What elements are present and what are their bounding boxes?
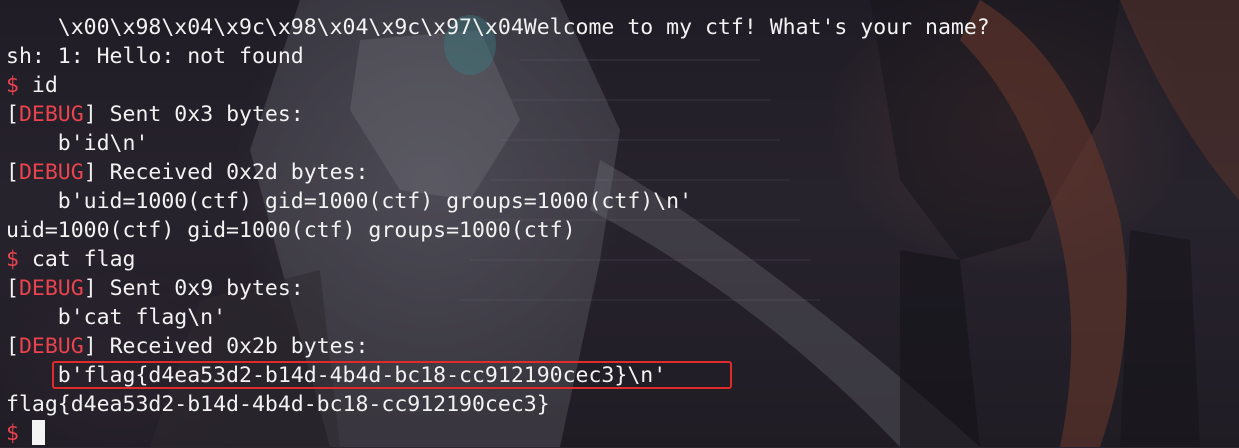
received-bytes-line: b'uid=1000(ctf) gid=1000(ctf) groups=100… — [6, 189, 693, 214]
debug-received-line: [DEBUG] Received 0x2b bytes: — [6, 332, 368, 361]
debug-bracket-close: ] — [83, 160, 97, 185]
command-line-cat: $ cat flag — [6, 245, 135, 274]
prompt-symbol: $ — [6, 73, 19, 98]
debug-message: Received 0x2b bytes: — [96, 334, 369, 359]
flag-output-line: flag{d4ea53d2-b14d-4b4d-bc18-cc912190cec… — [6, 392, 550, 417]
debug-tag: DEBUG — [18, 160, 84, 185]
command-line-id: $ id — [6, 71, 58, 100]
terminal-window[interactable]: \x00\x98\x04\x9c\x98\x04\x9c\x97\x04Welc… — [0, 0, 1239, 447]
debug-bracket-close: ] — [83, 334, 97, 359]
flag-highlight-box — [52, 361, 732, 389]
command-line-active[interactable]: $ — [6, 419, 45, 448]
debug-message: Received 0x2d bytes: — [96, 160, 369, 185]
debug-bracket-open: [ — [6, 334, 19, 359]
sent-bytes-line: b'id\n' — [6, 131, 149, 156]
debug-tag: DEBUG — [18, 102, 84, 127]
debug-received-line: [DEBUG] Received 0x2d bytes: — [6, 158, 368, 187]
prompt-symbol: $ — [6, 247, 19, 272]
debug-message: Sent 0x3 bytes: — [96, 102, 304, 127]
debug-message: Sent 0x9 bytes: — [96, 276, 304, 301]
shell-error-line: sh: 1: Hello: not found — [6, 44, 304, 69]
debug-bracket-open: [ — [6, 276, 19, 301]
sent-bytes-line: b'cat flag\n' — [6, 305, 227, 330]
command-output-line: uid=1000(ctf) gid=1000(ctf) groups=1000(… — [6, 218, 576, 243]
debug-sent-line: [DEBUG] Sent 0x9 bytes: — [6, 274, 304, 303]
debug-tag: DEBUG — [18, 276, 84, 301]
debug-tag: DEBUG — [18, 334, 84, 359]
command-text: cat flag — [31, 247, 136, 272]
debug-bracket-open: [ — [6, 102, 19, 127]
debug-bracket-close: ] — [83, 276, 97, 301]
debug-bracket-open: [ — [6, 160, 19, 185]
debug-bracket-close: ] — [83, 102, 97, 127]
debug-sent-line: [DEBUG] Sent 0x3 bytes: — [6, 100, 304, 129]
prompt-symbol: $ — [6, 421, 19, 446]
welcome-line: \x00\x98\x04\x9c\x98\x04\x9c\x97\x04Welc… — [6, 15, 990, 40]
command-text: id — [31, 73, 58, 98]
text-cursor — [31, 420, 45, 445]
